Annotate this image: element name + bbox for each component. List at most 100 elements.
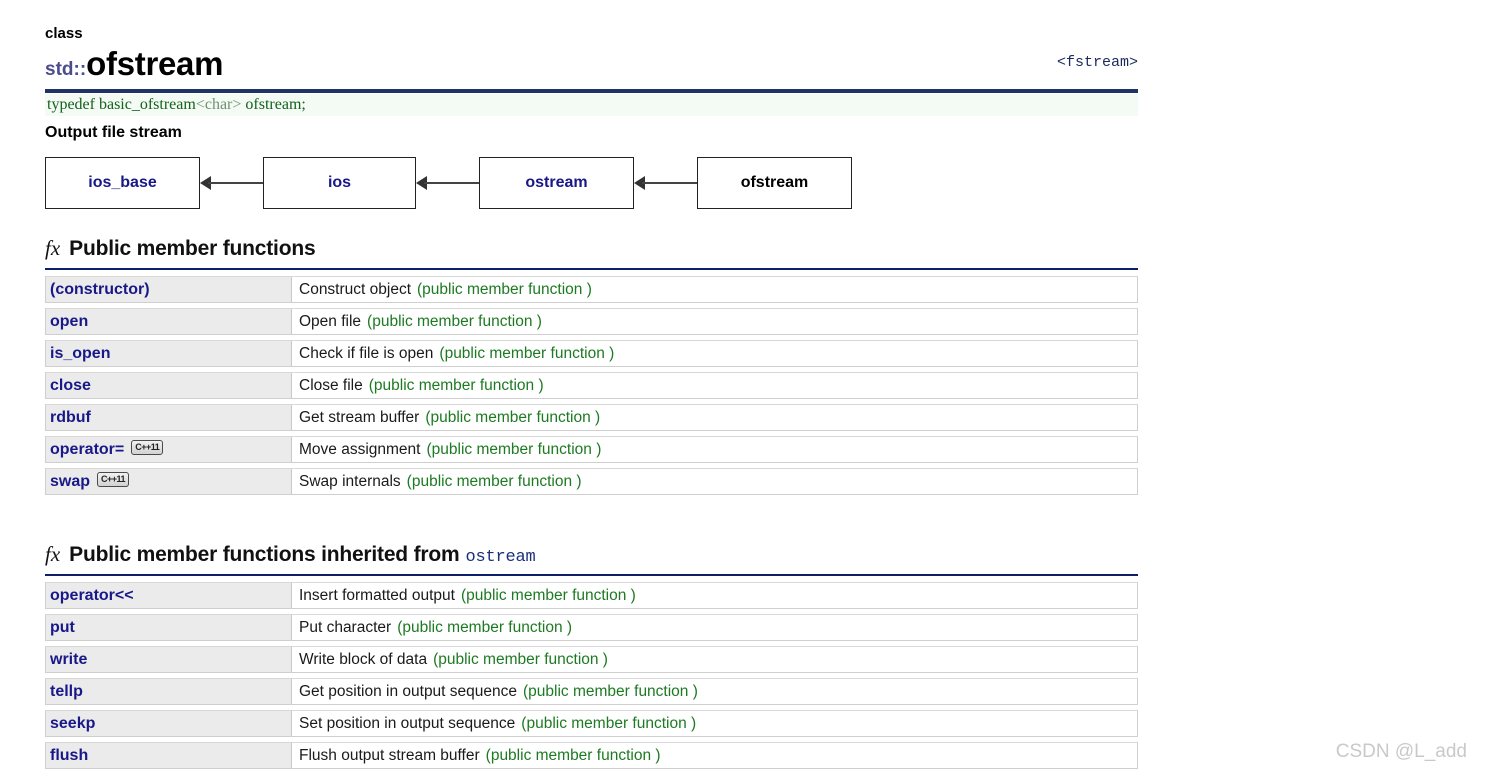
member-description: Get position in output sequence xyxy=(299,682,518,700)
table-row[interactable]: tellp Get position in output sequence (pu… xyxy=(45,678,1138,705)
table-row[interactable]: operator= C++11 Move assignment (public me… xyxy=(45,436,1138,463)
member-kind: (public member function ) xyxy=(425,408,601,426)
member-kind: (public member function ) xyxy=(460,586,636,604)
member-kind: (public member function ) xyxy=(417,280,592,298)
member-name-cell[interactable]: write xyxy=(46,647,292,672)
member-description: Put character xyxy=(299,618,392,636)
member-description-cell: Flush output stream buffer (public member… xyxy=(292,743,1137,768)
table-row[interactable]: is_open Check if file is open (public mem… xyxy=(45,340,1138,367)
page-title-row: std::ofstream <fstream> xyxy=(45,44,1138,88)
member-name: put xyxy=(50,618,75,636)
member-kind: (public member function ) xyxy=(433,650,608,668)
member-name-cell[interactable]: (constructor) xyxy=(46,277,292,302)
member-name: operator<< xyxy=(50,586,134,604)
arrow-shaft xyxy=(424,182,479,184)
section-title: Public member functions inherited from os… xyxy=(69,543,536,567)
section-rule xyxy=(45,268,1138,270)
section-inherited-member-functions: fx Public member functions inherited fro… xyxy=(45,543,1138,773)
entity-kind-label: class xyxy=(45,26,83,41)
member-description-cell: Check if file is open (public member func… xyxy=(292,341,1137,366)
diagram-node-ostream[interactable]: ostream xyxy=(479,157,634,209)
table-row[interactable]: swap C++11 Swap internals (public member f… xyxy=(45,468,1138,495)
member-description: Flush output stream buffer xyxy=(299,746,480,764)
page-title: std::ofstream xyxy=(45,44,1138,90)
member-description: Construct object xyxy=(299,280,411,298)
section-title-text: Public member functions xyxy=(69,237,316,260)
member-kind: (public member function ) xyxy=(368,376,544,394)
function-fx-icon: fx xyxy=(45,542,61,566)
table-row[interactable]: flush Flush output stream buffer (public … xyxy=(45,742,1138,769)
member-kind: (public member function ) xyxy=(426,440,602,458)
cpp11-badge-icon: C++11 xyxy=(97,472,130,487)
prototype-suffix: ofstream; xyxy=(241,96,306,113)
section-header: fx Public member functions inherited fro… xyxy=(45,543,1138,569)
inherited-base-class[interactable]: ostream xyxy=(465,548,535,567)
member-kind: (public member function ) xyxy=(485,746,661,764)
member-description-cell: Open file (public member function ) xyxy=(292,309,1137,334)
member-description: Get stream buffer xyxy=(299,408,420,426)
csdn-watermark: CSDN @L_add xyxy=(1335,741,1467,762)
member-name-cell[interactable]: operator<< xyxy=(46,583,292,608)
table-row[interactable]: write Write block of data (public member … xyxy=(45,646,1138,673)
diagram-node-ios-base[interactable]: ios_base xyxy=(45,157,200,209)
member-description-cell: Move assignment (public member function ) xyxy=(292,437,1137,462)
member-description-cell: Get stream buffer (public member function… xyxy=(292,405,1137,430)
reference-page: class std::ofstream <fstream> typedef ba… xyxy=(0,0,1489,773)
member-description-cell: Set position in output sequence (public m… xyxy=(292,711,1137,736)
prototype-prefix: typedef basic_ofstream xyxy=(47,96,196,113)
section-rule xyxy=(45,574,1138,576)
table-row[interactable]: seekp Set position in output sequence (pu… xyxy=(45,710,1138,737)
member-name: open xyxy=(50,312,89,330)
member-description-cell: Close file (public member function ) xyxy=(292,373,1137,398)
member-description-cell: Insert formatted output (public member fu… xyxy=(292,583,1137,608)
member-name: tellp xyxy=(50,682,83,700)
member-kind: (public member function ) xyxy=(523,682,698,700)
member-description: Check if file is open xyxy=(299,344,434,362)
member-name-cell[interactable]: swap C++11 xyxy=(46,469,292,494)
table-row[interactable]: (constructor) Construct object (public me… xyxy=(45,276,1138,303)
member-name-cell[interactable]: rdbuf xyxy=(46,405,292,430)
inheritance-arrow xyxy=(200,173,263,193)
member-name: swap xyxy=(50,472,91,490)
table-row[interactable]: open Open file (public member function ) xyxy=(45,308,1138,335)
member-name: close xyxy=(50,376,91,394)
member-name-cell[interactable]: operator= C++11 xyxy=(46,437,292,462)
member-function-table: (constructor) Construct object (public me… xyxy=(45,276,1138,495)
member-kind: (public member function ) xyxy=(406,472,582,490)
arrow-shaft xyxy=(642,182,697,184)
table-row[interactable]: put Put character (public member function… xyxy=(45,614,1138,641)
table-row[interactable]: close Close file (public member function … xyxy=(45,372,1138,399)
member-description-cell: Get position in output sequence (public m… xyxy=(292,679,1137,704)
diagram-node-ios[interactable]: ios xyxy=(263,157,416,209)
prototype-template-args: <char> xyxy=(195,96,242,113)
member-name: rdbuf xyxy=(50,408,91,426)
section-public-member-functions: fx Public member functions (constructor)… xyxy=(45,237,1138,500)
member-name-cell[interactable]: is_open xyxy=(46,341,292,366)
member-name-cell[interactable]: close xyxy=(46,373,292,398)
member-name-cell[interactable]: open xyxy=(46,309,292,334)
cpp11-badge-icon: C++11 xyxy=(131,440,164,455)
typedef-prototype: typedef basic_ofstream<char> ofstream; xyxy=(45,94,1138,116)
table-row[interactable]: rdbuf Get stream buffer (public member fu… xyxy=(45,404,1138,431)
member-name: write xyxy=(50,650,88,668)
inheritance-arrow xyxy=(634,173,697,193)
member-name: seekp xyxy=(50,714,96,732)
table-row[interactable]: operator<< Insert formatted output (publi… xyxy=(45,582,1138,609)
member-description: Swap internals xyxy=(299,472,401,490)
class-name: ofstream xyxy=(86,45,224,82)
header-file-link[interactable]: <fstream> xyxy=(1057,54,1138,71)
member-description-cell: Put character (public member function ) xyxy=(292,615,1137,640)
member-name: flush xyxy=(50,746,89,764)
member-name-cell[interactable]: put xyxy=(46,615,292,640)
arrow-shaft xyxy=(208,182,263,184)
member-name-cell[interactable]: tellp xyxy=(46,679,292,704)
page-subtitle: Output file stream xyxy=(45,124,182,141)
member-description: Close file xyxy=(299,376,363,394)
member-name-cell[interactable]: flush xyxy=(46,743,292,768)
member-name: (constructor) xyxy=(50,280,150,298)
member-name-cell[interactable]: seekp xyxy=(46,711,292,736)
namespace-prefix: std:: xyxy=(45,59,87,80)
member-name: is_open xyxy=(50,344,111,362)
section-title-text: Public member functions inherited from xyxy=(69,543,460,566)
section-title: Public member functions xyxy=(69,237,315,261)
